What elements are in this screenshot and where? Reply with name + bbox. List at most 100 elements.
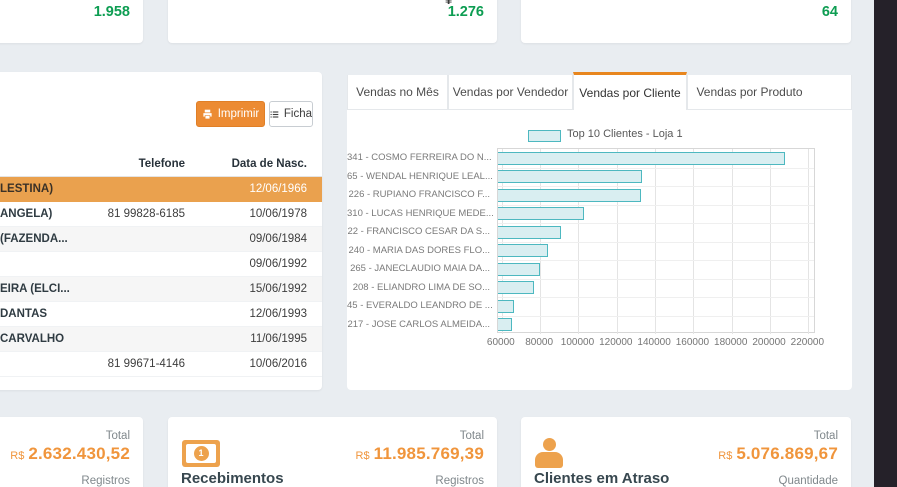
cell-date: 09/06/1992	[195, 252, 307, 276]
stat-value: 1.958	[94, 4, 130, 20]
cell-name: LESTINA)	[0, 177, 53, 201]
birthdays-table-body: LESTINA) 12/06/1966 ANGELA) 81 99828-6185 10…	[0, 177, 322, 377]
count-label: Registros	[81, 475, 130, 487]
printer-icon	[202, 109, 213, 120]
ficha-button[interactable]: Ficha	[269, 101, 313, 127]
count-label: Quantidade	[779, 475, 838, 487]
tab-vendas-por-produto[interactable]: Vendas por Produto	[687, 75, 852, 110]
person-icon	[535, 438, 563, 468]
stat-value: 64	[822, 4, 838, 20]
tab-vendas-por-vendedor[interactable]: Vendas por Vendedor	[448, 75, 573, 110]
table-row[interactable]: EIRA (ELCI...15/06/1992	[0, 277, 322, 302]
category-label: 65 - WENDAL HENRIQUE LEAL...	[347, 171, 490, 182]
total-label: Total	[814, 430, 838, 442]
cell-date: 12/06/1966	[195, 177, 307, 201]
cell-date: 11/06/1995	[195, 327, 307, 351]
category-label: 341 - COSMO FERREIRA DO N...	[347, 152, 490, 163]
stat-label: Vendas	[446, 0, 484, 1]
summary-card-recebimentos: 1 Recebimentos Total R$ 11.985.769,39 Re…	[168, 417, 497, 487]
stat-label: Movimentos	[68, 0, 130, 1]
table-header: Telefone Data de Nasc.	[0, 152, 322, 177]
imprimir-button[interactable]: Imprimir	[196, 101, 265, 127]
category-label: 265 - JANECLAUDIO MAIA DA...	[347, 263, 490, 274]
chart-bar	[498, 189, 641, 202]
chart-bar	[498, 170, 642, 183]
column-header-telefone: Telefone	[80, 152, 185, 177]
chart-bar	[498, 226, 561, 239]
card-title: Recebimentos	[181, 470, 284, 487]
chart-plot-area	[497, 148, 815, 333]
currency-prefix: R$	[718, 450, 732, 462]
cell-phone: 81 99671-4146	[80, 352, 185, 376]
cell-name: CARVALHO	[0, 327, 64, 351]
legend-label: Top 10 Clientes - Loja 1	[567, 128, 683, 140]
stat-card-vendas: ¥ Vendas 1.276	[168, 0, 497, 43]
stat-card-movimentos-2: Movimentos 64	[521, 0, 851, 43]
category-label: 240 - MARIA DAS DORES FLO...	[347, 245, 490, 256]
ficha-label: Ficha	[284, 108, 312, 120]
chart-bar	[498, 263, 540, 276]
sales-chart-panel: Top 10 Clientes - Loja 1 341 - COSMO FER…	[347, 110, 852, 390]
category-label: 226 - RUPIANO FRANCISCO F...	[347, 189, 490, 200]
category-label: 217 - JOSE CARLOS ALMEIDA...	[347, 319, 490, 330]
chart-bar	[498, 300, 514, 313]
list-icon	[270, 109, 279, 120]
row-gridline	[498, 168, 814, 169]
chart-bar	[498, 244, 548, 257]
category-label: 45 - EVERALDO LEANDRO DE ...	[347, 300, 490, 311]
row-gridline	[498, 242, 814, 243]
total-amount: R$ 11.985.769,39	[356, 444, 484, 464]
chart-bar	[498, 318, 512, 331]
chart-category-labels: 341 - COSMO FERREIRA DO N... 65 - WENDAL …	[347, 148, 494, 333]
amount-value: 11.985.769,39	[374, 444, 484, 464]
table-row[interactable]: ANGELA) 81 99828-6185 10/06/1978	[0, 202, 322, 227]
stat-value: 1.276	[448, 4, 484, 20]
card-title: Clientes em Atraso	[534, 470, 669, 487]
sidebar-dark-strip	[874, 0, 897, 487]
category-label: 310 - LUCAS HENRIQUE MEDE...	[347, 208, 490, 219]
category-label: 22 - FRANCISCO CESAR DA S...	[347, 226, 490, 237]
cell-name: ANGELA)	[0, 202, 52, 226]
chart-bar	[498, 207, 584, 220]
currency-prefix: R$	[10, 450, 24, 462]
table-row[interactable]: (FAZENDA...09/06/1984	[0, 227, 322, 252]
cell-date: 12/06/1993	[195, 302, 307, 326]
total-label: Total	[460, 430, 484, 442]
x-tick-label: 220000	[777, 337, 837, 348]
amount-value: 5.076.869,67	[736, 444, 838, 464]
count-label: Registros	[435, 475, 484, 487]
category-label: 208 - ELIANDRO LIMA DE SO...	[347, 282, 490, 293]
cell-date: 15/06/1992	[195, 277, 307, 301]
row-gridline	[498, 260, 814, 261]
row-gridline	[498, 297, 814, 298]
table-row[interactable]: LESTINA) 12/06/1966	[0, 177, 322, 202]
cell-phone: 81 99828-6185	[80, 202, 185, 226]
row-gridline	[498, 205, 814, 206]
total-amount: R$ 5.076.869,67	[718, 444, 838, 464]
summary-card-clientes-atraso: Clientes em Atraso Total R$ 5.076.869,67…	[521, 417, 851, 487]
birthdays-panel: Imprimir Ficha Telefone Data de Nasc. LE…	[0, 72, 322, 390]
table-row[interactable]: 09/06/1992	[0, 252, 322, 277]
cell-date: 10/06/1978	[195, 202, 307, 226]
cell-name: (FAZENDA...	[0, 227, 68, 251]
total-amount: R$ 2.632.430,52	[10, 444, 130, 464]
row-gridline	[498, 316, 814, 317]
stat-card-movimentos-1: Movimentos 1.958	[0, 0, 143, 43]
tab-vendas-no-mês[interactable]: Vendas no Mês	[347, 75, 448, 110]
table-row[interactable]: DANTAS12/06/1993	[0, 302, 322, 327]
amount-value: 2.632.430,52	[28, 444, 130, 464]
row-gridline	[498, 186, 814, 187]
money-icon: 1	[182, 440, 220, 467]
currency-prefix: R$	[356, 450, 370, 462]
table-row[interactable]: 81 99671-4146 10/06/2016	[0, 352, 322, 377]
row-gridline	[498, 223, 814, 224]
total-label: Total	[106, 430, 130, 442]
sales-tabbar: Vendas no MêsVendas por VendedorVendas p…	[347, 72, 852, 110]
chart-bar	[498, 281, 534, 294]
summary-card-1: Total R$ 2.632.430,52 Registros	[0, 417, 143, 487]
tab-vendas-por-cliente[interactable]: Vendas por Cliente	[573, 72, 687, 110]
chart-bar	[498, 152, 785, 165]
cell-date: 10/06/2016	[195, 352, 307, 376]
column-header-data-nasc: Data de Nasc.	[195, 152, 307, 177]
table-row[interactable]: CARVALHO 11/06/1995	[0, 327, 322, 352]
